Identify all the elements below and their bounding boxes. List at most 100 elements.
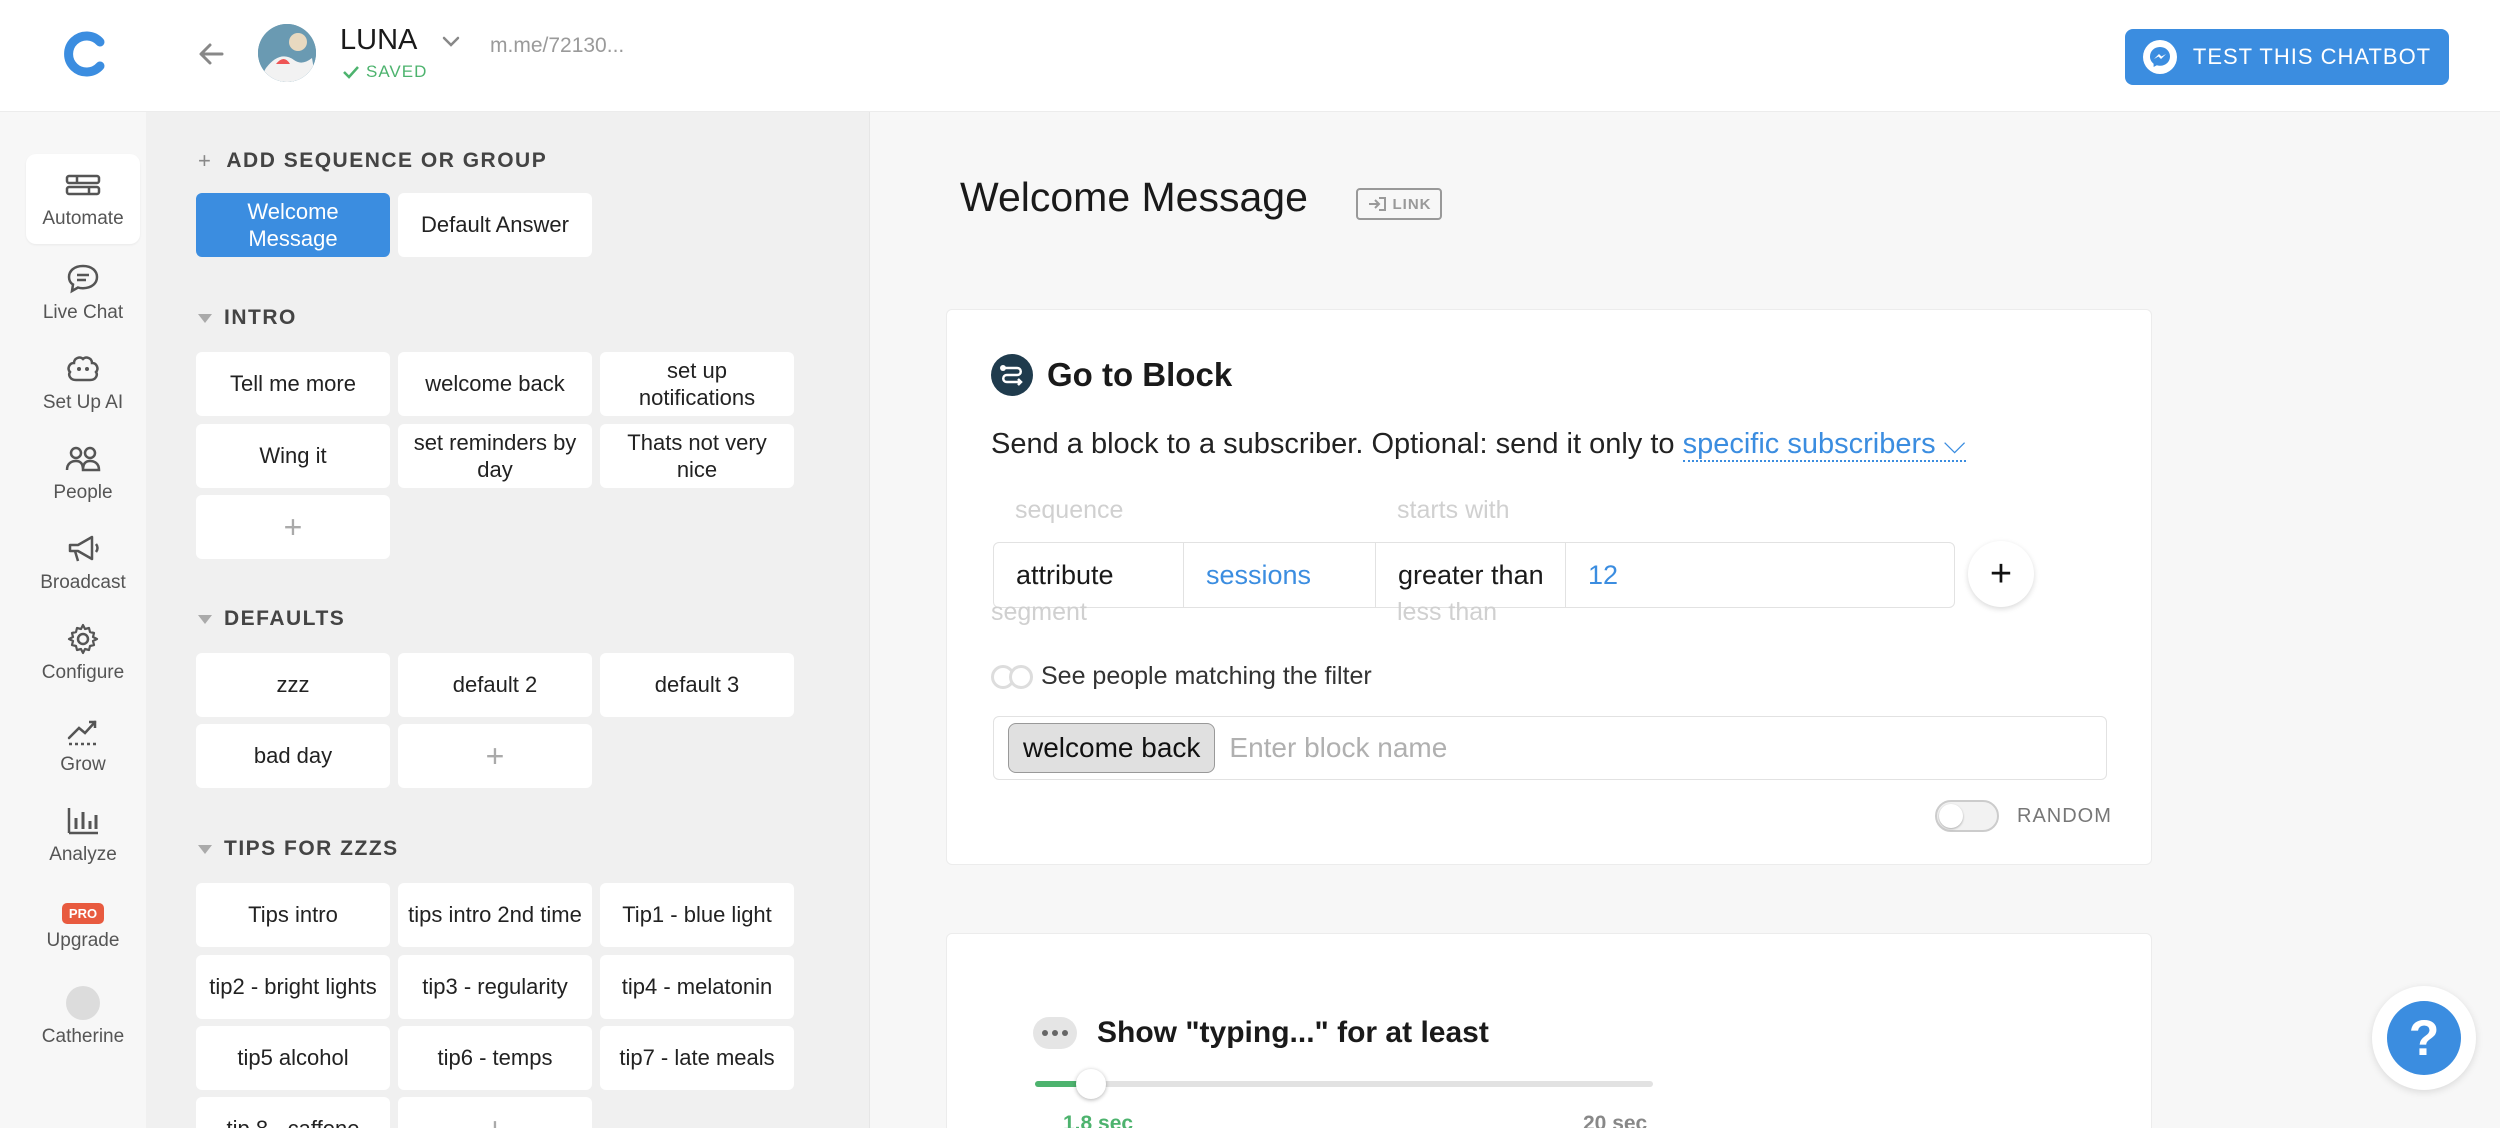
add-filter-button[interactable]: + [1968, 541, 2034, 607]
block-item[interactable]: default 3 [600, 653, 794, 717]
random-toggle[interactable]: RANDOM [1935, 800, 2112, 832]
page-title[interactable]: Welcome Message [960, 174, 1308, 221]
group-title-defaults[interactable]: DEFAULTS [198, 607, 345, 631]
random-label: RANDOM [2017, 804, 2112, 827]
group-title-intro[interactable]: INTRO [198, 306, 297, 330]
group-title-label: DEFAULTS [224, 607, 346, 630]
nav-analyze[interactable]: Analyze [26, 790, 140, 880]
test-chatbot-button[interactable]: TEST THIS CHATBOT [2125, 29, 2449, 85]
top-bar: LUNA SAVED m.me/72130... TEST THIS CHATB… [0, 0, 2500, 112]
nav-label: Live Chat [42, 302, 124, 323]
block-welcome-message[interactable]: Welcome Message [196, 193, 390, 257]
pro-badge: PRO [61, 902, 105, 924]
filter-attribute-select[interactable]: sessions [1184, 543, 1376, 607]
nav-broadcast[interactable]: Broadcast [26, 518, 140, 608]
typing-card: Show "typing..." for at least 1.8 sec 20… [946, 933, 2152, 1128]
ghost-option[interactable]: less than [1397, 598, 1497, 627]
group-title-tips[interactable]: TIPS FOR ZZZS [198, 837, 399, 861]
ghost-option[interactable]: segment [991, 598, 1087, 627]
messenger-icon [2142, 40, 2177, 74]
nav-label: Configure [41, 662, 125, 683]
block-item[interactable]: Tip1 - blue light [600, 883, 794, 947]
nav-set-up-ai[interactable]: Set Up AI [26, 338, 140, 428]
description-text: Send a block to a subscriber. Optional: … [991, 428, 1675, 460]
block-item[interactable]: bad day [196, 724, 390, 788]
bot-avatar[interactable] [258, 24, 316, 82]
chatfuel-logo-icon[interactable] [58, 28, 110, 80]
saved-status: SAVED [342, 62, 427, 82]
nav-label: People [53, 482, 113, 503]
collapse-triangle-icon [198, 313, 212, 323]
typing-duration-slider[interactable] [1035, 1069, 1653, 1099]
nav-upgrade[interactable]: PRO Upgrade [26, 882, 140, 972]
toggle-switch[interactable] [1935, 800, 1999, 832]
nav-people[interactable]: People [26, 428, 140, 518]
nav-label: Broadcast [40, 572, 126, 593]
test-chatbot-label: TEST THIS CHATBOT [2192, 44, 2432, 69]
add-sequence-button[interactable]: + ADD SEQUENCE OR GROUP [198, 148, 547, 174]
block-item[interactable]: set up notifications [600, 352, 794, 416]
block-item[interactable]: tip2 - bright lights [196, 955, 390, 1019]
automate-icon [65, 174, 101, 196]
nav-label: Grow [60, 754, 106, 775]
group-title-label: INTRO [224, 306, 297, 329]
block-item[interactable]: Thats not very nice [600, 424, 794, 488]
block-item[interactable]: welcome back [398, 352, 592, 416]
block-item[interactable]: tip5 alcohol [196, 1026, 390, 1090]
ghost-option[interactable]: starts with [1397, 496, 1510, 525]
megaphone-icon [68, 535, 99, 562]
bot-name[interactable]: LUNA [340, 24, 417, 57]
block-item[interactable]: Wing it [196, 424, 390, 488]
block-item[interactable]: default 2 [398, 653, 592, 717]
add-block-button[interactable]: + [398, 724, 592, 788]
block-default-answer[interactable]: Default Answer [398, 193, 592, 257]
go-to-block-icon [991, 354, 1033, 396]
ghost-option[interactable]: sequence [1015, 496, 1123, 525]
go-to-block-card: Go to Block Send a block to a subscriber… [946, 309, 2152, 865]
group-title-label: TIPS FOR ZZZS [224, 837, 399, 860]
block-name-input[interactable] [1229, 732, 2106, 764]
link-label: LINK [1392, 195, 1432, 213]
add-block-button[interactable]: + [398, 1097, 592, 1128]
blocks-panel: + ADD SEQUENCE OR GROUP Welcome Message … [146, 112, 870, 1128]
see-people-link[interactable]: See people matching the filter [991, 662, 1372, 691]
add-sequence-label: ADD SEQUENCE OR GROUP [226, 149, 548, 172]
block-name-field[interactable]: welcome back [993, 716, 2107, 780]
specific-subscribers-link[interactable]: specific subscribers ⌵ [1682, 428, 1966, 462]
chevron-down-icon[interactable] [440, 30, 462, 52]
block-item[interactable]: tip 8 - caffene [196, 1097, 390, 1128]
block-item[interactable]: Tips intro [196, 883, 390, 947]
filter-value-input[interactable]: 12 [1566, 543, 1954, 607]
chat-bubble-icon [67, 264, 99, 294]
collapse-triangle-icon [198, 844, 212, 854]
back-arrow-icon[interactable] [192, 34, 232, 74]
bot-messenger-link[interactable]: m.me/72130... [490, 34, 624, 58]
gear-icon [67, 623, 99, 655]
specific-subscribers-label: specific subscribers [1682, 428, 1936, 460]
help-button[interactable]: ? [2372, 986, 2476, 1090]
nav-configure[interactable]: Configure [26, 608, 140, 698]
block-item[interactable]: tips intro 2nd time [398, 883, 592, 947]
block-item[interactable]: tip7 - late meals [600, 1026, 794, 1090]
bot-avatar-image [258, 24, 316, 82]
people-avatars-icon [991, 664, 1033, 689]
block-item[interactable]: tip4 - melatonin [600, 955, 794, 1019]
brain-icon [67, 356, 99, 382]
link-button[interactable]: LINK [1356, 188, 1442, 220]
slider-handle[interactable] [1076, 1069, 1106, 1099]
go-to-block-description: Send a block to a subscriber. Optional: … [991, 428, 1966, 462]
block-item[interactable]: tip6 - temps [398, 1026, 592, 1090]
block-item[interactable]: zzz [196, 653, 390, 717]
nav-live-chat[interactable]: Live Chat [26, 248, 140, 338]
main-editor: Welcome Message LINK Go to Block Send a … [870, 112, 2500, 1128]
add-block-button[interactable]: + [196, 495, 390, 559]
block-item[interactable]: Tell me more [196, 352, 390, 416]
block-item[interactable]: set reminders by day [398, 424, 592, 488]
nav-grow[interactable]: Grow [26, 700, 140, 790]
slider-value-label: 1.8 sec [1063, 1112, 1134, 1128]
selected-block-chip[interactable]: welcome back [1008, 723, 1216, 773]
block-item[interactable]: tip3 - regularity [398, 955, 592, 1019]
bar-chart-icon [67, 808, 98, 835]
nav-user-profile[interactable]: Catherine [26, 972, 140, 1062]
nav-automate[interactable]: Automate [26, 154, 140, 244]
